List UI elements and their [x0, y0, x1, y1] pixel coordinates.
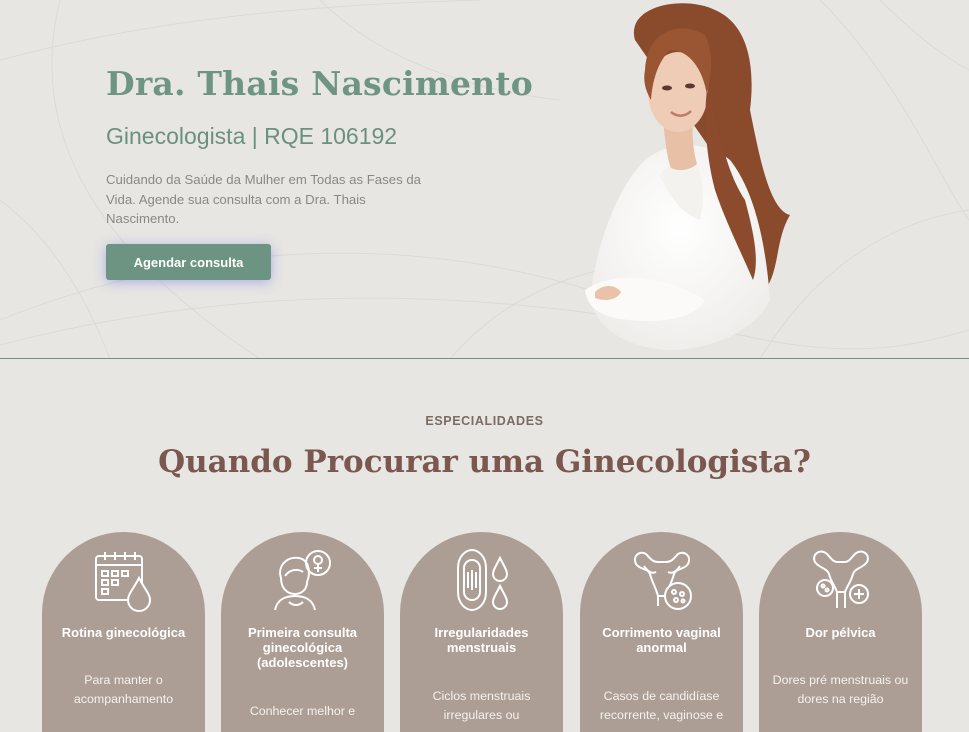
uterus-infection-icon — [634, 551, 692, 610]
specialty-card-first-visit[interactable]: Primeira consulta ginecológica (adolesce… — [221, 532, 384, 732]
section-eyebrow: ESPECIALIDADES — [425, 414, 544, 428]
calendar-drop-icon — [95, 552, 152, 612]
section-title: Quando Procurar uma Ginecologista? — [158, 444, 811, 480]
card-description: Para manter o acompanhamento — [73, 673, 174, 706]
schedule-appointment-button[interactable]: Agendar consulta — [106, 244, 271, 280]
specialty-card-discharge[interactable]: Corrimento vaginal anormal Casos de cand… — [580, 532, 743, 732]
specialty-card-irregular-periods[interactable]: Irregularidades menstruais Ciclos menstr… — [400, 532, 563, 732]
card-title: Irregularidades menstruais — [434, 625, 529, 655]
card-description: Casos de candidíase recorrente, vaginose… — [599, 689, 724, 722]
card-description: Ciclos menstruais irregulares ou — [432, 689, 531, 722]
doctor-portrait — [585, 3, 790, 350]
uterus-cross-icon — [813, 550, 869, 608]
girl-female-symbol-icon — [274, 550, 331, 611]
pad-drops-icon — [457, 548, 509, 612]
hero-description: Cuidando da Saúde da Mulher em Todas as … — [106, 172, 421, 226]
doctor-name: Dra. Thais Nascimento — [106, 64, 534, 103]
doctor-specialty-rqe: Ginecologista | RQE 106192 — [106, 123, 398, 149]
card-description: Conhecer melhor e — [249, 704, 356, 718]
card-title: Rotina ginecológica — [61, 625, 186, 640]
card-title: Corrimento vaginal anormal — [602, 625, 721, 655]
card-title: Dor pélvica — [805, 625, 876, 640]
hero-section: Dra. Thais Nascimento Ginecologista | RQ… — [0, 0, 969, 359]
specialty-card-routine[interactable]: Rotina ginecológica Para manter o acompa… — [42, 532, 205, 732]
section-divider — [0, 358, 969, 359]
card-title: Primeira consulta ginecológica (adolesce… — [247, 625, 358, 670]
specialty-card-pelvic-pain[interactable]: Dor pélvica Dores pré menstruais ou dore… — [759, 532, 922, 732]
card-description: Dores pré menstruais ou dores na região — [772, 673, 909, 706]
